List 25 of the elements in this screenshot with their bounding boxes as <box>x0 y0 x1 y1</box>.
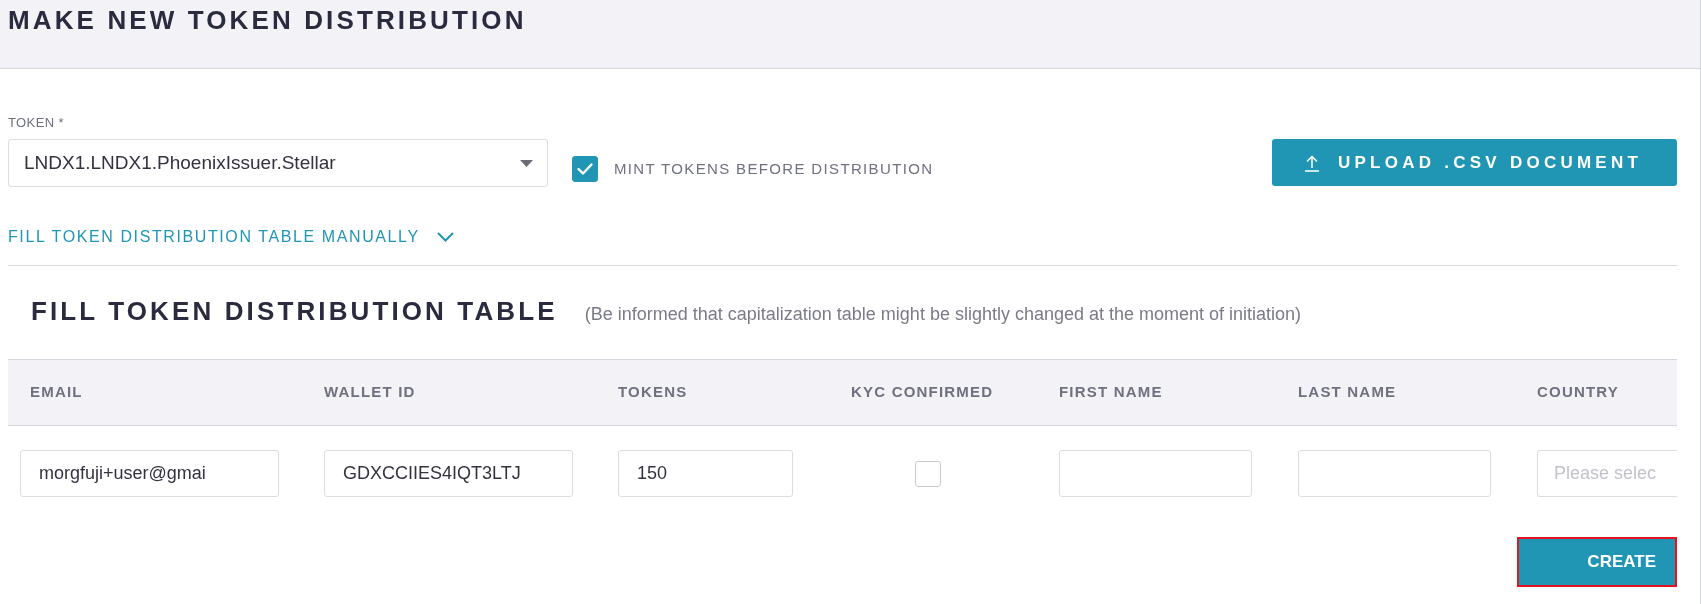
checkbox[interactable] <box>572 156 598 182</box>
column-header: EMAIL <box>30 382 83 403</box>
column-header: TOKENS <box>618 382 688 403</box>
token-label: TOKEN * <box>8 115 64 131</box>
caret-down-icon <box>520 159 533 167</box>
input-field[interactable] <box>1059 450 1252 497</box>
token-select[interactable]: LNDX1.LNDX1.PhoenixIssuer.Stellar <box>8 139 548 187</box>
column-header: COUNTRY <box>1537 382 1619 403</box>
upload-icon <box>1303 153 1321 172</box>
input-field[interactable]: GDXCCIIES4IQT3LTJ <box>324 450 573 497</box>
checkmark-icon <box>577 163 593 175</box>
checkbox[interactable] <box>915 460 941 487</box>
column-header: WALLET ID <box>324 382 416 403</box>
section-title: FILL TOKEN DISTRIBUTION TABLE <box>31 295 558 327</box>
input-field[interactable]: 150 <box>618 450 793 497</box>
mint-tokens-label: MINT TOKENS BEFORE DISTRIBUTION <box>614 160 934 178</box>
select-field[interactable]: Please selec <box>1537 450 1677 497</box>
section-note: (Be informed that capitalization table might be slightly changed at the moment of initiation) <box>584 303 1302 326</box>
column-header: KYC CONFIRMED <box>851 382 994 403</box>
input-field[interactable] <box>1298 450 1491 497</box>
chevron-down-icon <box>436 232 454 242</box>
page-title: MAKE NEW TOKEN DISTRIBUTION <box>8 4 527 36</box>
input-field[interactable]: morgfuji+user@gmai <box>20 450 279 497</box>
column-header: FIRST NAME <box>1059 382 1163 403</box>
column-header: LAST NAME <box>1298 382 1397 403</box>
